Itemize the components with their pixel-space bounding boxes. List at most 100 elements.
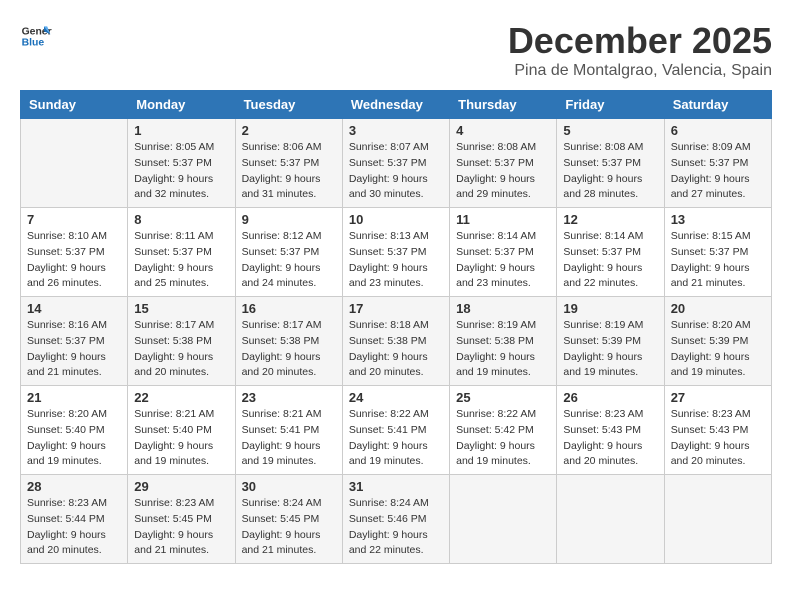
calendar-week-row: 7 Sunrise: 8:10 AMSunset: 5:37 PMDaylight… <box>21 208 772 297</box>
logo: General Blue <box>20 20 52 52</box>
calendar-cell <box>664 475 771 564</box>
day-of-week-header: Monday <box>128 91 235 119</box>
logo-icon: General Blue <box>20 20 52 52</box>
calendar-week-row: 28Sunrise: 8:23 AMSunset: 5:44 PMDayligh… <box>21 475 772 564</box>
calendar-cell: 12 Sunrise: 8:14 AMSunset: 5:37 PMDayligh… <box>557 208 664 297</box>
day-info: Sunrise: 8:10 AMSunset: 5:37 PMDaylight:… <box>27 229 121 292</box>
calendar-cell: 8Sunrise: 8:11 AMSunset: 5:37 PMDaylight… <box>128 208 235 297</box>
day-info: Sunrise: 8:23 AMSunset: 5:43 PMDaylight:… <box>671 407 765 470</box>
day-number: 15 <box>134 301 228 316</box>
day-info: Sunrise: 8:13 AMSunset: 5:37 PMDaylight:… <box>349 229 443 292</box>
day-info: Sunrise: 8:08 AMSunset: 5:37 PMDaylight:… <box>563 140 657 203</box>
day-number: 9 <box>242 212 336 227</box>
day-number: 29 <box>134 479 228 494</box>
day-number: 12 <box>563 212 657 227</box>
day-info: Sunrise: 8:14 AMSunset: 5:37 PMDaylight:… <box>456 229 550 292</box>
calendar-cell: 24 Sunrise: 8:22 AMSunset: 5:41 PMDayligh… <box>342 386 449 475</box>
calendar-cell: 3 Sunrise: 8:07 AMSunset: 5:37 PMDaylight… <box>342 119 449 208</box>
calendar-cell: 5 Sunrise: 8:08 AMSunset: 5:37 PMDaylight… <box>557 119 664 208</box>
calendar-cell: 30 Sunrise: 8:24 AMSunset: 5:45 PMDayligh… <box>235 475 342 564</box>
calendar-cell: 20Sunrise: 8:20 AMSunset: 5:39 PMDayligh… <box>664 297 771 386</box>
day-info: Sunrise: 8:23 AMSunset: 5:44 PMDaylight:… <box>27 496 121 559</box>
day-info: Sunrise: 8:19 AMSunset: 5:39 PMDaylight:… <box>563 318 657 381</box>
day-info: Sunrise: 8:22 AMSunset: 5:41 PMDaylight:… <box>349 407 443 470</box>
calendar-cell: 21 Sunrise: 8:20 AMSunset: 5:40 PMDayligh… <box>21 386 128 475</box>
day-info: Sunrise: 8:22 AMSunset: 5:42 PMDaylight:… <box>456 407 550 470</box>
day-info: Sunrise: 8:08 AMSunset: 5:37 PMDaylight:… <box>456 140 550 203</box>
day-of-week-header: Saturday <box>664 91 771 119</box>
day-number: 6 <box>671 123 765 138</box>
day-number: 21 <box>27 390 121 405</box>
day-info: Sunrise: 8:05 AMSunset: 5:37 PMDaylight:… <box>134 140 228 203</box>
calendar-cell: 1Sunrise: 8:05 AMSunset: 5:37 PMDaylight… <box>128 119 235 208</box>
calendar-cell: 19 Sunrise: 8:19 AMSunset: 5:39 PMDayligh… <box>557 297 664 386</box>
calendar-cell <box>557 475 664 564</box>
calendar-cell: 11 Sunrise: 8:14 AMSunset: 5:37 PMDayligh… <box>450 208 557 297</box>
day-of-week-header: Sunday <box>21 91 128 119</box>
day-number: 13 <box>671 212 765 227</box>
day-number: 25 <box>456 390 550 405</box>
day-of-week-header: Friday <box>557 91 664 119</box>
calendar-cell: 25 Sunrise: 8:22 AMSunset: 5:42 PMDayligh… <box>450 386 557 475</box>
calendar-week-row: 14 Sunrise: 8:16 AMSunset: 5:37 PMDayligh… <box>21 297 772 386</box>
calendar-cell: 18Sunrise: 8:19 AMSunset: 5:38 PMDayligh… <box>450 297 557 386</box>
day-info: Sunrise: 8:20 AMSunset: 5:40 PMDaylight:… <box>27 407 121 470</box>
day-number: 30 <box>242 479 336 494</box>
day-number: 18 <box>456 301 550 316</box>
calendar-cell: 13 Sunrise: 8:15 AMSunset: 5:37 PMDayligh… <box>664 208 771 297</box>
day-number: 4 <box>456 123 550 138</box>
day-info: Sunrise: 8:21 AMSunset: 5:41 PMDaylight:… <box>242 407 336 470</box>
day-number: 22 <box>134 390 228 405</box>
calendar-cell: 10Sunrise: 8:13 AMSunset: 5:37 PMDayligh… <box>342 208 449 297</box>
day-info: Sunrise: 8:23 AMSunset: 5:45 PMDaylight:… <box>134 496 228 559</box>
calendar-table: SundayMondayTuesdayWednesdayThursdayFrid… <box>20 90 772 564</box>
day-info: Sunrise: 8:21 AMSunset: 5:40 PMDaylight:… <box>134 407 228 470</box>
day-of-week-header: Tuesday <box>235 91 342 119</box>
title-area: December 2025 Pina de Montalgrao, Valenc… <box>508 20 772 80</box>
day-number: 26 <box>563 390 657 405</box>
day-number: 24 <box>349 390 443 405</box>
calendar-body: 1Sunrise: 8:05 AMSunset: 5:37 PMDaylight… <box>21 119 772 564</box>
day-number: 16 <box>242 301 336 316</box>
calendar-cell: 6Sunrise: 8:09 AMSunset: 5:37 PMDaylight… <box>664 119 771 208</box>
calendar-header-row: SundayMondayTuesdayWednesdayThursdayFrid… <box>21 91 772 119</box>
day-number: 14 <box>27 301 121 316</box>
calendar-cell: 2Sunrise: 8:06 AMSunset: 5:37 PMDaylight… <box>235 119 342 208</box>
calendar-cell <box>21 119 128 208</box>
day-info: Sunrise: 8:11 AMSunset: 5:37 PMDaylight:… <box>134 229 228 292</box>
location-subtitle: Pina de Montalgrao, Valencia, Spain <box>508 62 772 80</box>
calendar-cell <box>450 475 557 564</box>
day-info: Sunrise: 8:15 AMSunset: 5:37 PMDaylight:… <box>671 229 765 292</box>
day-number: 11 <box>456 212 550 227</box>
day-number: 5 <box>563 123 657 138</box>
day-number: 7 <box>27 212 121 227</box>
calendar-cell: 29 Sunrise: 8:23 AMSunset: 5:45 PMDayligh… <box>128 475 235 564</box>
day-number: 3 <box>349 123 443 138</box>
calendar-cell: 14 Sunrise: 8:16 AMSunset: 5:37 PMDayligh… <box>21 297 128 386</box>
day-info: Sunrise: 8:24 AMSunset: 5:45 PMDaylight:… <box>242 496 336 559</box>
calendar-week-row: 1Sunrise: 8:05 AMSunset: 5:37 PMDaylight… <box>21 119 772 208</box>
calendar-cell: 22 Sunrise: 8:21 AMSunset: 5:40 PMDayligh… <box>128 386 235 475</box>
day-of-week-header: Wednesday <box>342 91 449 119</box>
calendar-week-row: 21 Sunrise: 8:20 AMSunset: 5:40 PMDayligh… <box>21 386 772 475</box>
day-number: 27 <box>671 390 765 405</box>
calendar-cell: 28Sunrise: 8:23 AMSunset: 5:44 PMDayligh… <box>21 475 128 564</box>
calendar-cell: 23 Sunrise: 8:21 AMSunset: 5:41 PMDayligh… <box>235 386 342 475</box>
day-number: 23 <box>242 390 336 405</box>
day-number: 19 <box>563 301 657 316</box>
day-info: Sunrise: 8:17 AMSunset: 5:38 PMDaylight:… <box>134 318 228 381</box>
page-header: General Blue December 2025 Pina de Monta… <box>20 20 772 80</box>
day-info: Sunrise: 8:23 AMSunset: 5:43 PMDaylight:… <box>563 407 657 470</box>
svg-text:Blue: Blue <box>22 38 45 49</box>
day-info: Sunrise: 8:06 AMSunset: 5:37 PMDaylight:… <box>242 140 336 203</box>
day-info: Sunrise: 8:16 AMSunset: 5:37 PMDaylight:… <box>27 318 121 381</box>
day-info: Sunrise: 8:20 AMSunset: 5:39 PMDaylight:… <box>671 318 765 381</box>
month-title: December 2025 <box>508 20 772 62</box>
calendar-cell: 15 Sunrise: 8:17 AMSunset: 5:38 PMDayligh… <box>128 297 235 386</box>
day-info: Sunrise: 8:07 AMSunset: 5:37 PMDaylight:… <box>349 140 443 203</box>
calendar-cell: 9 Sunrise: 8:12 AMSunset: 5:37 PMDaylight… <box>235 208 342 297</box>
day-info: Sunrise: 8:12 AMSunset: 5:37 PMDaylight:… <box>242 229 336 292</box>
calendar-cell: 7 Sunrise: 8:10 AMSunset: 5:37 PMDaylight… <box>21 208 128 297</box>
day-info: Sunrise: 8:14 AMSunset: 5:37 PMDaylight:… <box>563 229 657 292</box>
day-info: Sunrise: 8:17 AMSunset: 5:38 PMDaylight:… <box>242 318 336 381</box>
